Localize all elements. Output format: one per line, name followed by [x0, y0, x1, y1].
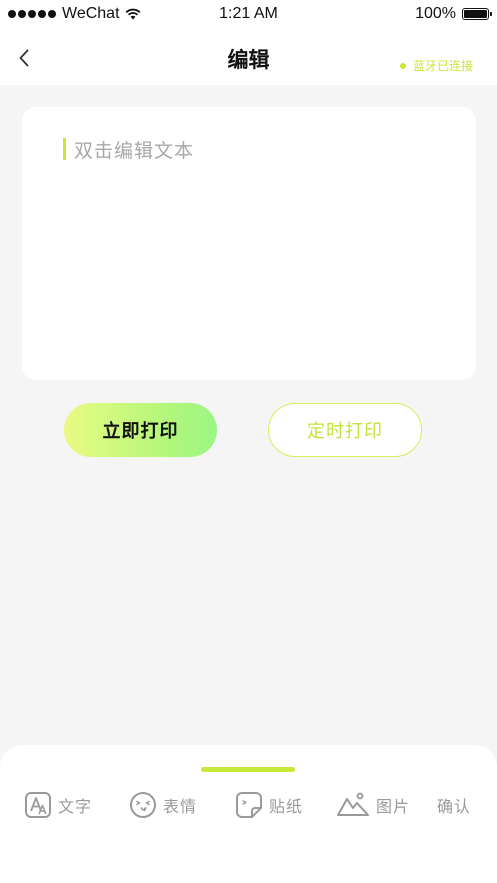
battery-percentage: 100% — [415, 5, 456, 22]
emoji-icon — [129, 791, 157, 819]
text-editor-area[interactable]: 双击编辑文本 — [22, 107, 476, 380]
confirm-button[interactable]: 确认 — [437, 790, 471, 820]
battery-icon — [462, 8, 492, 20]
bluetooth-status: 蓝牙已连接 — [399, 57, 473, 74]
connection-dot-icon — [399, 62, 406, 69]
tool-text-label: 文字 — [58, 797, 93, 816]
confirm-label: 确认 — [437, 797, 472, 816]
text-icon — [24, 791, 52, 819]
editor-placeholder: 双击编辑文本 — [74, 140, 195, 162]
bottom-toolbar: 文字 表情 贴纸 图片 确认 — [0, 745, 497, 883]
tool-sticker-label: 贴纸 — [269, 797, 304, 816]
panel-handle[interactable] — [201, 767, 295, 772]
nav-bar: 编辑 蓝牙已连接 — [0, 30, 497, 85]
tool-emoji[interactable]: 表情 — [129, 790, 197, 820]
scheduled-print-button[interactable]: 定时打印 — [268, 403, 422, 457]
bluetooth-status-label: 蓝牙已连接 — [412, 59, 473, 73]
sticker-icon — [235, 791, 263, 819]
status-right: 100% — [415, 5, 492, 23]
tool-text[interactable]: 文字 — [24, 790, 92, 820]
tool-sticker[interactable]: 贴纸 — [235, 790, 303, 820]
status-bar: WeChat 1:21 AM 100% — [0, 0, 497, 30]
text-cursor — [63, 138, 66, 160]
tool-emoji-label: 表情 — [163, 797, 198, 816]
tool-image-label: 图片 — [376, 797, 411, 816]
print-now-button[interactable]: 立即打印 — [64, 403, 217, 457]
image-icon — [336, 791, 370, 819]
tool-image[interactable]: 图片 — [336, 790, 410, 820]
